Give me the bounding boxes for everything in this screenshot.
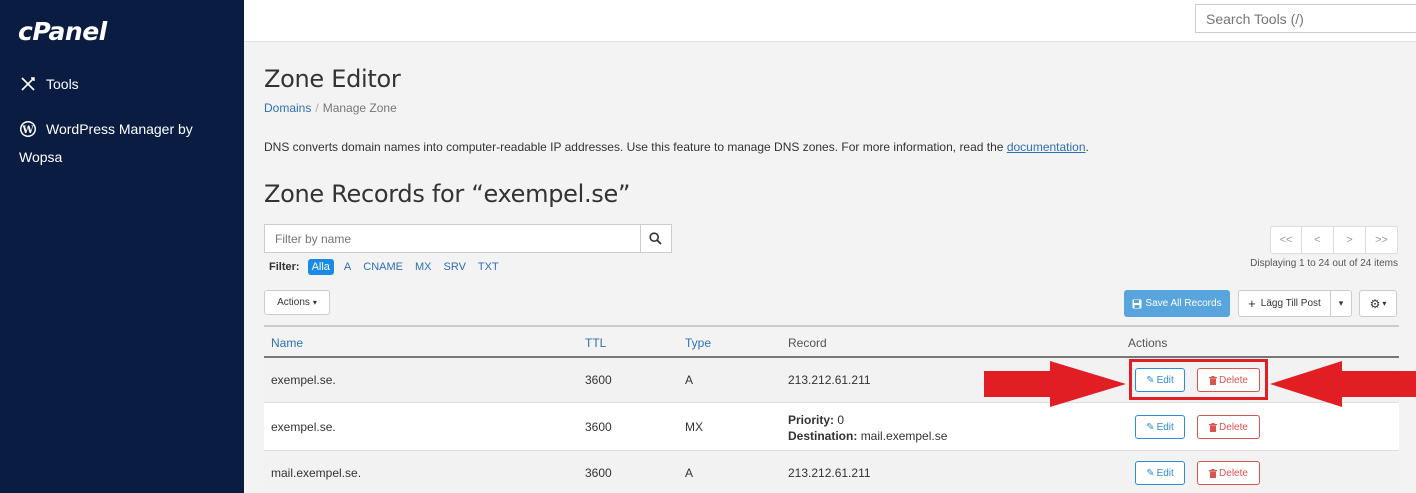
cpanel-logo[interactable]: cPanel: [18, 17, 107, 46]
sidebar-item-tools[interactable]: Tools: [19, 73, 79, 95]
search-button[interactable]: [640, 225, 671, 252]
filter-option-srv[interactable]: SRV: [443, 261, 465, 273]
zone-records-heading: Zone Records for “exempel.se”: [264, 180, 631, 208]
record-type: A: [685, 373, 694, 387]
search-icon: [649, 232, 662, 245]
delete-button[interactable]: Delete: [1197, 461, 1260, 485]
search-tools-input[interactable]: [1195, 4, 1416, 33]
wordpress-icon: W: [19, 120, 37, 138]
next-page-button[interactable]: >: [1334, 226, 1366, 254]
add-record-button[interactable]: + Lägg Till Post: [1238, 290, 1331, 317]
display-info: Displaying 1 to 24 out of 24 items: [1250, 258, 1398, 269]
svg-text:W: W: [21, 125, 34, 136]
filter-by-name-input[interactable]: [265, 225, 641, 252]
record-type: A: [685, 466, 694, 480]
record-value: Priority: 0 Destination: mail.exempel.se: [788, 412, 947, 444]
table-row: exempel.se. 3600 MX Priority: 0 Destinat…: [264, 403, 1399, 451]
previous-page-button[interactable]: <: [1302, 226, 1334, 254]
filter-option-mx[interactable]: MX: [415, 261, 432, 273]
pagination: << < > >>: [1270, 226, 1398, 254]
page-description: DNS converts domain names into computer-…: [264, 140, 1089, 154]
priority-label: Priority:: [788, 413, 835, 427]
zone-records-table: Name TTL Type Record Actions exempel.se.…: [264, 325, 1399, 493]
record-value: 213.212.61.211: [788, 373, 871, 387]
destination-label: Destination:: [788, 429, 858, 443]
page-title: Zone Editor: [264, 65, 401, 93]
annotation-highlight-box: [1129, 359, 1268, 400]
top-bar: [244, 0, 1416, 42]
description-end: .: [1085, 140, 1089, 154]
sidebar-item-label-continued: Wopsa: [19, 149, 63, 165]
delete-button[interactable]: Delete: [1197, 415, 1260, 439]
breadcrumb: Domains / Manage Zone: [264, 101, 397, 115]
description-text: DNS converts domain names into computer-…: [264, 140, 1007, 154]
sidebar-item-wordpress-manager[interactable]: W WordPress Manager by Wopsa: [0, 115, 244, 171]
filter-type-row: Filter: Alla A CNAME MX SRV TXT: [269, 259, 511, 275]
edit-label: Edit: [1156, 467, 1174, 479]
trash-icon: [1209, 468, 1218, 478]
sidebar-item-label: Tools: [46, 76, 79, 92]
add-record-dropdown-toggle[interactable]: ▾: [1330, 290, 1352, 317]
record-name: mail.exempel.se.: [271, 466, 362, 480]
sidebar-item-label: WordPress Manager by: [46, 121, 193, 137]
pencil-icon: ✎: [1146, 421, 1155, 433]
edit-label: Edit: [1156, 421, 1174, 433]
filter-option-a[interactable]: A: [344, 261, 351, 273]
table-header: Name TTL Type Record Actions: [264, 325, 1399, 358]
annotation-arrow-left-icon: [1270, 361, 1416, 407]
filter-label: Filter:: [269, 261, 300, 273]
caret-down-icon: ▾: [1338, 298, 1344, 308]
add-record-label: Lägg Till Post: [1260, 298, 1321, 309]
annotation-arrow-right-icon: [984, 361, 1126, 407]
edit-button[interactable]: ✎ Edit: [1135, 415, 1185, 439]
record-type: MX: [685, 420, 703, 434]
first-page-button[interactable]: <<: [1270, 226, 1302, 254]
save-icon: [1132, 299, 1142, 308]
record-value: 213.212.61.211: [788, 466, 871, 480]
column-header-type[interactable]: Type: [685, 336, 711, 350]
delete-label: Delete: [1219, 467, 1248, 479]
column-header-actions: Actions: [1128, 336, 1168, 350]
breadcrumb-separator: /: [315, 101, 319, 115]
documentation-link[interactable]: documentation: [1007, 140, 1086, 154]
sidebar: cPanel Tools W WordPress Manager by Wops…: [0, 0, 244, 493]
breadcrumb-domains-link[interactable]: Domains: [264, 101, 311, 115]
breadcrumb-current: Manage Zone: [322, 101, 397, 115]
column-header-name[interactable]: Name: [271, 336, 303, 350]
save-all-records-button[interactable]: Save All Records: [1124, 290, 1230, 317]
filter-option-cname[interactable]: CNAME: [363, 261, 403, 273]
record-name: exempel.se.: [271, 420, 336, 434]
plus-icon: +: [1248, 296, 1256, 311]
record-ttl: 3600: [585, 466, 612, 480]
actions-label: Actions: [277, 297, 310, 308]
filter-box: [264, 224, 672, 253]
record-ttl: 3600: [585, 373, 612, 387]
last-page-button[interactable]: >>: [1366, 226, 1398, 254]
priority-value: 0: [837, 413, 845, 427]
caret-down-icon: ▾: [1382, 299, 1387, 308]
column-header-ttl[interactable]: TTL: [585, 336, 606, 350]
record-ttl: 3600: [585, 420, 612, 434]
save-all-label: Save All Records: [1145, 298, 1222, 309]
actions-dropdown-button[interactable]: Actions ▾: [264, 290, 330, 315]
settings-dropdown-button[interactable]: ⚙ ▾: [1359, 290, 1397, 317]
filter-option-txt[interactable]: TXT: [478, 261, 499, 273]
destination-value: mail.exempel.se: [860, 429, 948, 443]
tools-icon: [19, 75, 37, 93]
table-row: mail.exempel.se. 3600 A 213.212.61.211 ✎…: [264, 451, 1399, 493]
edit-button[interactable]: ✎ Edit: [1135, 461, 1185, 485]
caret-down-icon: ▾: [312, 298, 317, 307]
trash-icon: [1209, 422, 1218, 432]
delete-label: Delete: [1219, 421, 1248, 433]
record-name: exempel.se.: [271, 373, 336, 387]
filter-option-alla[interactable]: Alla: [307, 259, 334, 275]
gear-icon: ⚙: [1369, 296, 1381, 311]
pencil-icon: ✎: [1146, 467, 1155, 479]
column-header-record: Record: [788, 336, 827, 350]
